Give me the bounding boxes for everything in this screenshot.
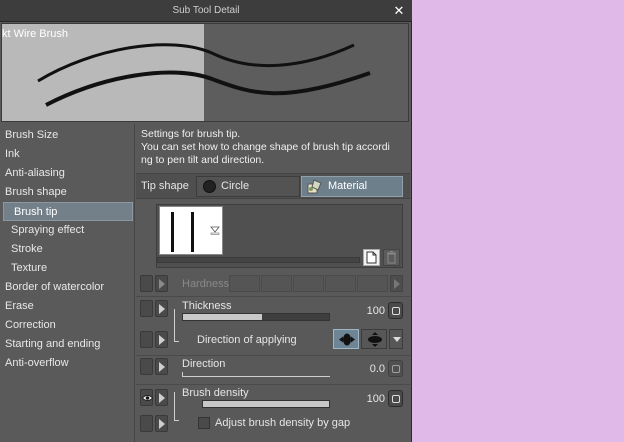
material-icon bbox=[307, 179, 322, 194]
material-thumbnail[interactable] bbox=[159, 206, 223, 255]
category-item[interactable]: Starting and ending bbox=[1, 335, 135, 354]
material-label: Material bbox=[328, 180, 368, 192]
direction-slider[interactable] bbox=[182, 372, 330, 377]
thickness-label: Thickness bbox=[182, 300, 232, 312]
hardness-cell[interactable] bbox=[357, 275, 388, 292]
brush-density-edit-button[interactable] bbox=[388, 390, 403, 407]
category-item[interactable]: Stroke bbox=[1, 240, 135, 259]
hardness-row: Hardness bbox=[136, 275, 410, 295]
tip-shape-circle-button[interactable]: Circle bbox=[196, 176, 300, 197]
brush-density-slider[interactable] bbox=[202, 400, 330, 408]
category-item[interactable]: Brush shape bbox=[1, 183, 135, 202]
tip-stroke-mark bbox=[191, 212, 194, 252]
direction-visibility-button[interactable] bbox=[140, 358, 153, 375]
direction-row: Direction 0.0 bbox=[136, 358, 410, 382]
adjust-density-visibility-button[interactable] bbox=[140, 415, 153, 432]
tip-stroke-mark bbox=[171, 212, 174, 252]
category-item[interactable]: Brush tip bbox=[3, 202, 133, 221]
eye-icon bbox=[142, 395, 153, 401]
preview-brush-name: kt Wire Brush bbox=[2, 28, 69, 40]
brush-density-label: Brush density bbox=[182, 387, 249, 399]
new-page-icon bbox=[366, 251, 377, 264]
brush-density-slider-fill bbox=[203, 401, 329, 407]
hardness-selector[interactable] bbox=[229, 275, 389, 292]
direction-applying-visibility-button[interactable] bbox=[140, 331, 153, 348]
bracket-connector bbox=[174, 392, 179, 421]
thickness-value[interactable]: 100 bbox=[351, 305, 385, 317]
description-line: You can set how to change shape of brush… bbox=[141, 141, 390, 153]
thickness-edit-button[interactable] bbox=[388, 302, 403, 319]
description-line: ng to pen tilt and direction. bbox=[141, 154, 265, 166]
hardness-cell[interactable] bbox=[229, 275, 260, 292]
adjust-density-checkbox[interactable] bbox=[198, 417, 210, 429]
category-item[interactable]: Anti-aliasing bbox=[1, 164, 135, 183]
category-list: Brush Size Ink Anti-aliasing Brush shape Bru… bbox=[1, 124, 135, 442]
thickness-slider-fill bbox=[183, 314, 262, 320]
category-item[interactable]: Ink bbox=[1, 145, 135, 164]
hardness-cell[interactable] bbox=[293, 275, 324, 292]
adjust-density-row: Adjust brush density by gap bbox=[136, 392, 410, 434]
add-material-button[interactable] bbox=[363, 249, 380, 266]
thickness-slider[interactable] bbox=[182, 313, 330, 321]
tip-shape-label: Tip shape bbox=[141, 180, 189, 192]
circle-icon bbox=[203, 180, 216, 193]
brush-density-visibility-button[interactable] bbox=[140, 389, 153, 406]
menu-triangle-icon[interactable] bbox=[210, 225, 220, 235]
hardness-dynamics-button[interactable] bbox=[155, 275, 168, 292]
delete-material-button[interactable] bbox=[383, 249, 400, 266]
hardness-visibility-button[interactable] bbox=[140, 275, 153, 292]
hardness-arrow-button[interactable] bbox=[390, 275, 403, 292]
circle-label: Circle bbox=[221, 180, 250, 192]
direction-vertical-icon bbox=[368, 332, 382, 347]
close-icon[interactable]: ✕ bbox=[392, 4, 406, 18]
divider bbox=[136, 296, 410, 297]
direction-dynamics-button[interactable] bbox=[155, 358, 168, 375]
category-item[interactable]: Correction bbox=[1, 316, 135, 335]
brush-density-dynamics-button[interactable] bbox=[155, 389, 168, 406]
sub-tool-detail-dialog: Sub Tool Detail ✕ kt Wire Brush Brush Si… bbox=[0, 0, 412, 442]
category-item[interactable]: Brush Size bbox=[1, 126, 135, 145]
category-item[interactable]: Spraying effect bbox=[1, 221, 135, 240]
direction-of-applying-row: Direction of applying bbox=[136, 309, 410, 351]
window-title: Sub Tool Detail bbox=[172, 5, 240, 16]
direction-edit-button[interactable] bbox=[388, 360, 403, 377]
direction-of-applying-label: Direction of applying bbox=[197, 334, 297, 346]
direction-value[interactable]: 0.0 bbox=[351, 363, 385, 375]
hardness-label: Hardness bbox=[182, 278, 230, 290]
material-scrollbar[interactable] bbox=[157, 257, 360, 263]
title-bar[interactable]: Sub Tool Detail ✕ bbox=[0, 0, 412, 22]
brush-tip-panel: Settings for brush tip. You can set how … bbox=[136, 124, 410, 442]
category-item[interactable]: Erase bbox=[1, 297, 135, 316]
category-item[interactable]: Anti-overflow bbox=[1, 354, 135, 373]
direction-applying-dynamics-button[interactable] bbox=[155, 331, 168, 348]
brush-density-value[interactable]: 100 bbox=[351, 393, 385, 405]
category-item[interactable]: Border of watercolor bbox=[1, 278, 135, 297]
thickness-dynamics-button[interactable] bbox=[155, 300, 168, 317]
brush-stroke-preview: kt Wire Brush bbox=[1, 23, 409, 122]
direction-vertical-button[interactable] bbox=[361, 329, 387, 349]
thickness-visibility-button[interactable] bbox=[140, 300, 153, 317]
trash-icon bbox=[387, 251, 396, 264]
adjust-density-dynamics-button[interactable] bbox=[155, 415, 168, 432]
hardness-cell[interactable] bbox=[261, 275, 292, 292]
direction-horizontal-icon bbox=[339, 333, 355, 346]
category-item[interactable]: Texture bbox=[1, 259, 135, 278]
divider bbox=[136, 384, 410, 385]
tip-shape-row: Tip shape Circle Material bbox=[136, 173, 410, 199]
divider bbox=[136, 355, 410, 356]
direction-label: Direction bbox=[182, 358, 226, 370]
direction-dropdown-button[interactable] bbox=[389, 329, 403, 349]
material-list[interactable] bbox=[156, 204, 403, 268]
description-line: Settings for brush tip. bbox=[141, 128, 241, 140]
tip-shape-material-button[interactable]: Material bbox=[301, 176, 403, 197]
hardness-cell[interactable] bbox=[325, 275, 356, 292]
panel-description: Settings for brush tip. You can set how … bbox=[141, 128, 407, 167]
adjust-density-label: Adjust brush density by gap bbox=[215, 417, 351, 429]
bracket-connector bbox=[174, 309, 179, 342]
direction-horizontal-button[interactable] bbox=[333, 329, 359, 349]
